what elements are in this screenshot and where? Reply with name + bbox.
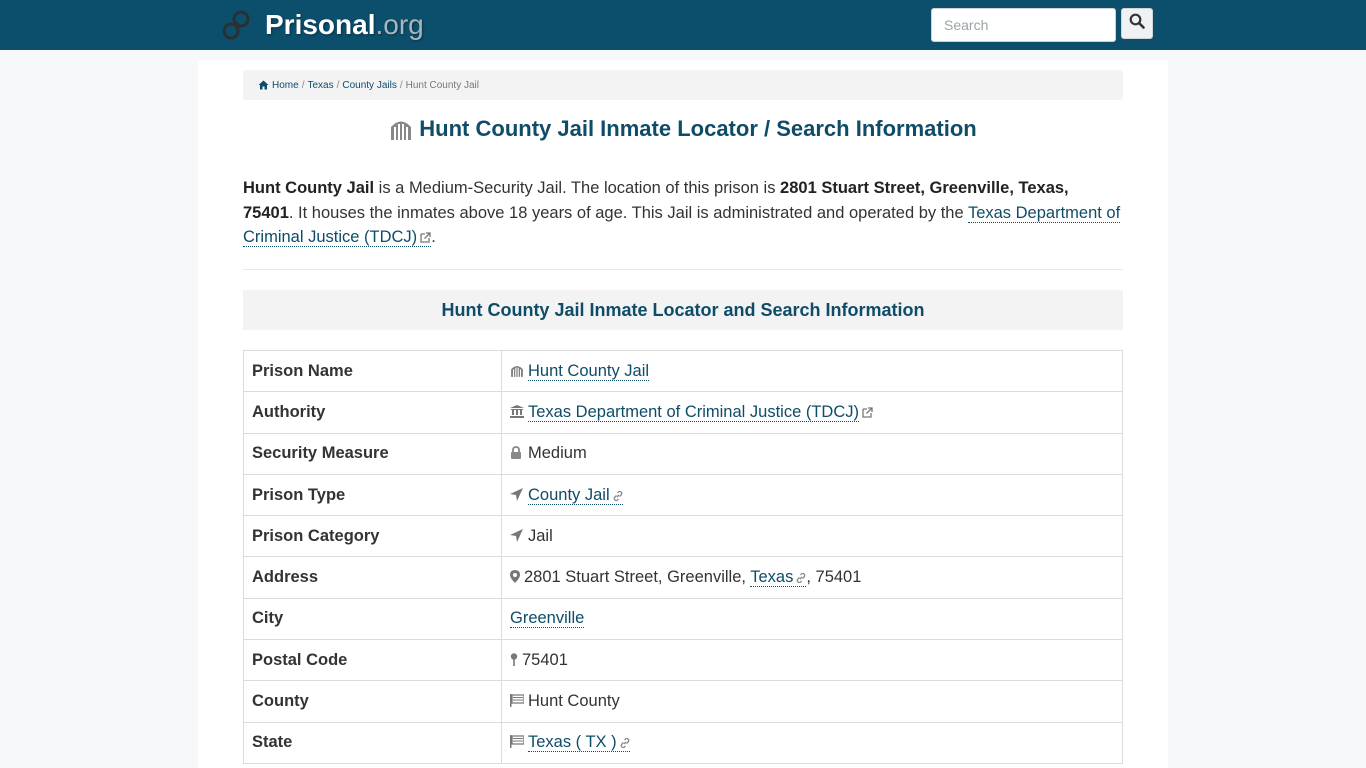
table-row: County Hunt County [243,680,1123,723]
state-link-text: Texas ( TX ) [528,733,617,752]
row-value: Greenville [501,597,1123,641]
breadcrumb: Home / Texas / County Jails / Hunt Count… [243,70,1123,100]
row-label: Prison Category [243,515,502,558]
prison-name-link[interactable]: Hunt County Jail [528,361,650,381]
state-link[interactable]: Texas ( TX ) [528,733,630,753]
breadcrumb-separator: / [301,79,305,91]
intro-text: . [431,228,436,246]
row-value: 2801 Stuart Street, Greenville, Texas , 7… [501,556,1123,599]
brand-tld: .org [375,9,424,40]
search-input[interactable] [931,8,1116,42]
prison-icon [510,363,524,377]
top-navbar: Prisonal .org [0,0,1366,50]
map-marker-icon [510,569,520,584]
map-pin-icon [510,652,518,666]
search-button[interactable] [1121,8,1153,39]
row-value: Hunt County [501,680,1123,723]
flag-icon [510,734,525,749]
row-value: Texas Department of Criminal Justice (TD… [501,391,1123,434]
county-value: Hunt County [528,692,620,711]
address-state-link[interactable]: Texas [750,568,807,588]
row-label: Postal Code [243,639,502,682]
address-street: 2801 Stuart Street, Greenville, [524,568,751,587]
prison-info-table: Prison Name Hunt County Jail Authority T… [243,349,1123,764]
divider [243,269,1123,270]
authority-link[interactable]: Texas Department of Criminal Justice (TD… [528,402,859,422]
row-value: Texas ( TX ) [501,721,1123,764]
external-link-icon [420,226,431,243]
breadcrumb-category-link[interactable]: County Jails [342,80,396,91]
flag-icon [510,693,525,708]
row-value: Hunt County Jail [501,349,1123,393]
link-icon [620,734,630,749]
postal-code-value: 75401 [522,650,568,669]
breadcrumb-separator: / [399,79,403,91]
table-row: City Greenville [243,597,1123,641]
table-row: Authority Texas Department of Criminal J… [243,391,1123,434]
city-link[interactable]: Greenville [510,609,585,629]
prison-type-link[interactable]: County Jail [528,485,623,505]
table-row: Prison Name Hunt County Jail [243,349,1123,393]
brand-name: Prisonal [265,9,376,40]
intro-paragraph: Hunt County Jail is a Medium-Security Ja… [243,176,1123,250]
intro-prison-name: Hunt County Jail [243,179,375,197]
row-label: Security Measure [243,432,502,475]
intro-text: is a Medium-Security Jail. The location … [374,179,781,197]
page-title-text: Hunt County Jail Inmate Locator / Search… [419,116,977,141]
row-label: City [243,597,502,641]
prison-icon [389,118,413,140]
row-value: 75401 [501,639,1123,682]
row-label: Prison Name [243,349,502,393]
link-icon [613,487,623,501]
breadcrumb-current: Hunt County Jail [405,79,479,91]
row-label: State [243,721,502,764]
prison-type-text: County Jail [528,485,610,504]
table-row: Security Measure Medium [243,432,1123,475]
table-row: Address 2801 Stuart Street, Greenville, … [243,556,1123,599]
site-logo-link[interactable]: Prisonal .org [221,8,424,42]
link-icon [796,569,806,584]
row-label: Authority [243,391,502,434]
main-content: Home / Texas / County Jails / Hunt Count… [198,60,1168,768]
address-zip: , 75401 [806,568,862,587]
security-value: Medium [528,444,587,463]
institution-icon [510,404,524,418]
section-title: Hunt County Jail Inmate Locator and Sear… [243,290,1123,330]
row-label: Prison Type [243,473,502,517]
table-row: Prison Type County Jail [243,473,1123,517]
authority-link-text: Texas Department of Criminal Justice (TD… [528,402,859,421]
table-row: State Texas ( TX ) [243,721,1123,764]
row-value: Jail [501,515,1123,558]
address-state-text: Texas [750,568,794,587]
table-row: Prison Category Jail [243,515,1123,558]
page-title: Hunt County Jail Inmate Locator / Search… [243,116,1123,142]
location-arrow-icon [510,528,524,542]
home-icon [258,80,269,90]
table-row: Postal Code 75401 [243,639,1123,682]
prison-category-value: Jail [528,526,553,545]
row-value: Medium [501,432,1123,475]
handcuffs-logo-icon [221,9,253,41]
lock-icon [510,445,524,460]
breadcrumb-home-link[interactable]: Home [272,80,299,91]
intro-text: . It houses the inmates above 18 years o… [288,203,968,222]
breadcrumb-state-link[interactable]: Texas [307,80,333,91]
external-link-icon [862,404,873,418]
location-arrow-icon [510,487,524,501]
row-label: Address [243,556,502,599]
row-label: County [243,680,502,723]
breadcrumb-separator: / [336,79,340,91]
row-value: County Jail [501,473,1123,517]
search-icon [1129,13,1145,34]
